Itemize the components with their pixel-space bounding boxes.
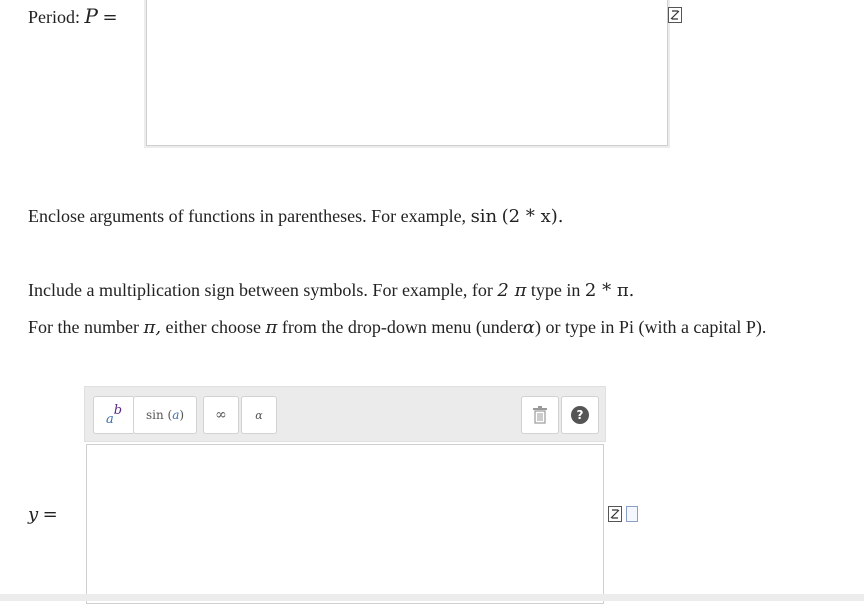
alpha-symbol: α xyxy=(522,317,535,338)
instruction-text: from the drop-down menu (under xyxy=(281,317,523,337)
example-expr: 2 π xyxy=(497,280,527,301)
function-button[interactable]: sin (a) xyxy=(133,396,197,434)
help-button[interactable]: ? xyxy=(561,396,599,434)
answer-variable: y xyxy=(28,504,39,525)
instruction-text: either choose xyxy=(165,317,262,337)
answer-label: y = xyxy=(28,504,58,525)
answer-equals: = xyxy=(42,504,58,525)
superscript-icon: ab xyxy=(105,402,123,427)
trash-button[interactable] xyxy=(521,396,559,434)
instruction-text: For the number xyxy=(28,317,139,337)
period-variable: P xyxy=(84,4,98,28)
equation-editor-icon[interactable] xyxy=(668,7,682,23)
function-icon: sin (a) xyxy=(145,408,185,422)
math-editor-toolbar: ab sin (a) ∞ α ? xyxy=(84,386,606,442)
infinity-button[interactable]: ∞ xyxy=(203,396,239,434)
example-expr: 2 * π. xyxy=(584,280,635,301)
instruction-multiplication: Include a multiplication sign between sy… xyxy=(28,280,634,301)
page-bottom-bar xyxy=(0,594,864,601)
greek-letter-icon: α xyxy=(255,408,263,422)
trash-icon xyxy=(533,406,547,424)
pi-symbol: π xyxy=(265,317,278,338)
equation-editor-icon[interactable] xyxy=(608,506,622,522)
example-expr: (2 * x). xyxy=(501,206,564,227)
example-func: sin xyxy=(470,206,498,227)
superscript-button[interactable]: ab xyxy=(93,396,135,434)
period-label-text: Period: xyxy=(28,7,80,27)
period-equals: = xyxy=(102,7,118,28)
greek-letter-button[interactable]: α xyxy=(241,396,277,434)
pi-symbol: π, xyxy=(143,317,162,338)
document-icon[interactable] xyxy=(626,506,638,522)
instruction-text: Enclose arguments of functions in parent… xyxy=(28,206,467,226)
instruction-text: type in xyxy=(530,280,581,300)
help-icon: ? xyxy=(571,406,589,424)
instruction-text: ) or type in Pi (with a capital P). xyxy=(534,317,767,337)
instruction-parentheses: Enclose arguments of functions in parent… xyxy=(28,206,563,227)
answer-input[interactable] xyxy=(86,444,604,604)
instruction-text: Include a multiplication sign between sy… xyxy=(28,280,493,300)
period-label: Period: P = xyxy=(28,4,118,28)
infinity-icon: ∞ xyxy=(215,407,227,423)
period-answer-input[interactable] xyxy=(146,0,668,146)
instruction-pi: For the number π, either choose π from t… xyxy=(28,317,766,338)
